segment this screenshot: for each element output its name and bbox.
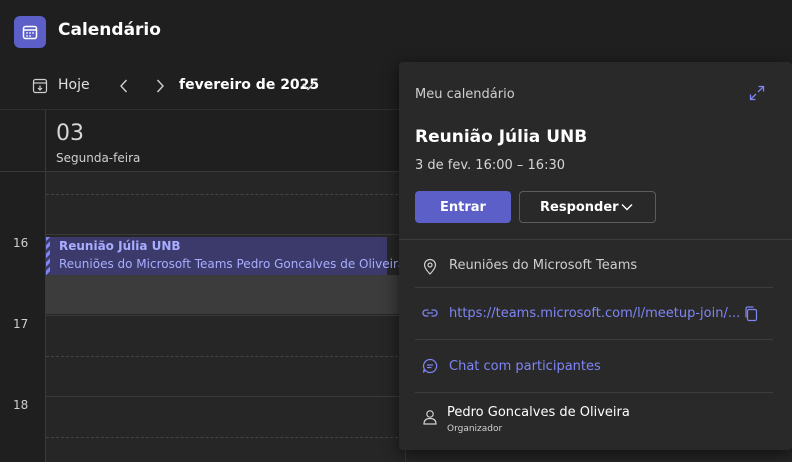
month-picker[interactable]: fevereiro de 2025 — [179, 77, 319, 93]
respond-button[interactable]: Responder — [519, 191, 656, 223]
respond-label: Responder — [540, 200, 619, 215]
day-name: Segunda-feira — [56, 151, 141, 165]
calendar-event[interactable]: Reunião Júlia UNB Reuniões do Microsoft … — [46, 237, 405, 275]
day-number: 03 — [56, 121, 84, 146]
event-location: Reuniões do Microsoft Teams — [449, 258, 638, 273]
event-time: 3 de fev. 16:00 – 16:30 — [415, 158, 566, 173]
column-divider — [45, 110, 46, 462]
expand-icon[interactable] — [749, 85, 765, 101]
divider — [415, 287, 773, 288]
calendar-icon[interactable] — [14, 16, 46, 48]
chevron-down-icon — [620, 201, 634, 213]
divider — [415, 392, 773, 393]
link-icon — [421, 304, 439, 322]
chat-participants-link[interactable]: Chat com participantes — [449, 359, 601, 374]
hour-label: 16 — [13, 236, 29, 250]
chat-icon — [421, 357, 439, 375]
event-details-popup: Meu calendário Reunião Júlia UNB 3 de fe… — [399, 62, 792, 450]
today-button[interactable]: Hoje — [58, 77, 90, 93]
chevron-left-icon[interactable] — [116, 77, 132, 95]
location-icon — [421, 258, 439, 276]
selected-time-slot[interactable] — [46, 276, 406, 314]
divider — [399, 239, 792, 240]
divider — [415, 339, 773, 340]
chevron-down-icon[interactable] — [300, 79, 316, 93]
event-subtitle: Reuniões do Microsoft Teams Pedro Goncal… — [59, 257, 406, 271]
calendar-name: Meu calendário — [415, 87, 515, 102]
hour-label: 17 — [13, 317, 29, 331]
chevron-right-icon[interactable] — [152, 77, 168, 95]
meeting-link[interactable]: https://teams.microsoft.com/l/meetup-joi… — [449, 306, 740, 321]
copy-icon[interactable] — [743, 305, 759, 323]
event-title: Reunião Júlia UNB — [59, 239, 181, 253]
organizer-name[interactable]: Pedro Goncalves de Oliveira — [447, 405, 630, 420]
join-button[interactable]: Entrar — [415, 191, 511, 223]
organizer-role: Organizador — [447, 424, 503, 434]
person-icon — [421, 408, 439, 426]
app-title: Calendário — [58, 20, 161, 40]
today-icon[interactable] — [32, 77, 48, 95]
hour-label: 18 — [13, 398, 29, 412]
popup-title: Reunião Júlia UNB — [415, 127, 588, 147]
